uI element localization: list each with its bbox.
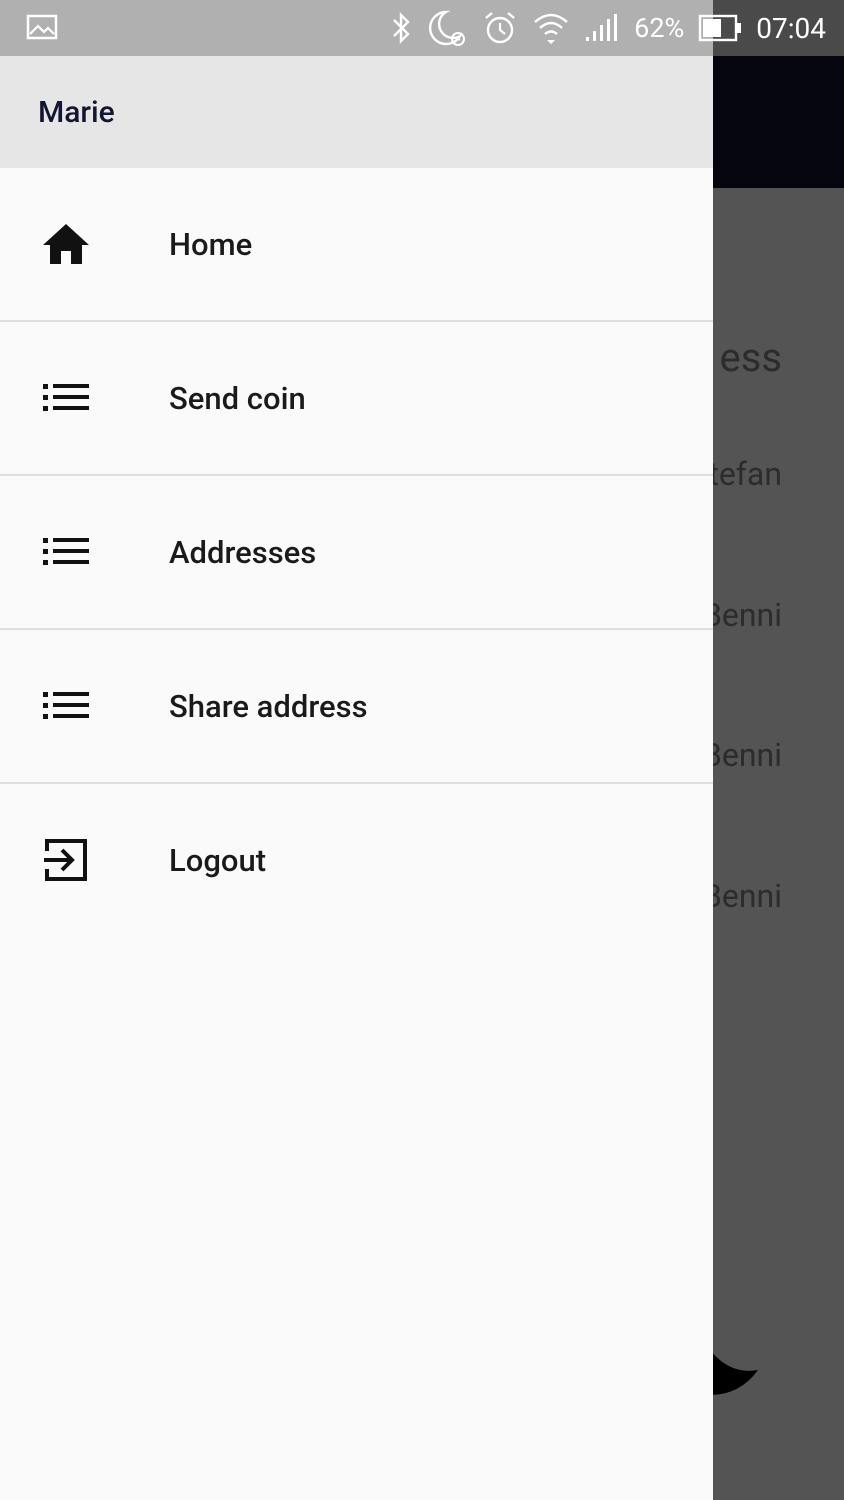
background-row: Benni bbox=[701, 736, 782, 774]
menu-item-label: Home bbox=[169, 225, 253, 263]
menu-item-label: Addresses bbox=[169, 533, 317, 571]
navigation-drawer: Marie Home Send coin Addresses Share add… bbox=[0, 56, 713, 1500]
bluetooth-icon bbox=[388, 11, 414, 45]
logout-icon bbox=[41, 835, 91, 885]
wifi-icon bbox=[532, 10, 570, 46]
home-icon bbox=[41, 219, 91, 269]
menu-item-send-coin[interactable]: Send coin bbox=[0, 322, 713, 476]
list-icon bbox=[41, 527, 91, 577]
menu-item-label: Share address bbox=[169, 687, 368, 725]
background-row: Benni bbox=[701, 596, 782, 634]
status-bar: 62% 07:04 bbox=[0, 0, 844, 56]
menu-item-label: Logout bbox=[169, 841, 267, 879]
menu-item-logout[interactable]: Logout bbox=[0, 784, 713, 936]
menu-item-share-address[interactable]: Share address bbox=[0, 630, 713, 784]
menu-item-home[interactable]: Home bbox=[0, 168, 713, 322]
user-name: Marie bbox=[38, 94, 115, 130]
list-icon bbox=[41, 373, 91, 423]
drawer-header: Marie bbox=[0, 56, 713, 168]
signal-icon bbox=[584, 13, 620, 43]
background-title: ess bbox=[719, 334, 783, 381]
battery-icon bbox=[698, 14, 742, 42]
menu-item-label: Send coin bbox=[169, 379, 306, 417]
alarm-icon bbox=[482, 10, 518, 46]
do-not-disturb-icon bbox=[428, 8, 468, 48]
background-row: tefan bbox=[708, 455, 782, 493]
menu-item-addresses[interactable]: Addresses bbox=[0, 476, 713, 630]
background-row: Benni bbox=[701, 877, 782, 915]
image-icon bbox=[26, 14, 58, 40]
clock-time: 07:04 bbox=[756, 11, 826, 45]
battery-percent: 62% bbox=[634, 12, 685, 44]
list-icon bbox=[41, 681, 91, 731]
